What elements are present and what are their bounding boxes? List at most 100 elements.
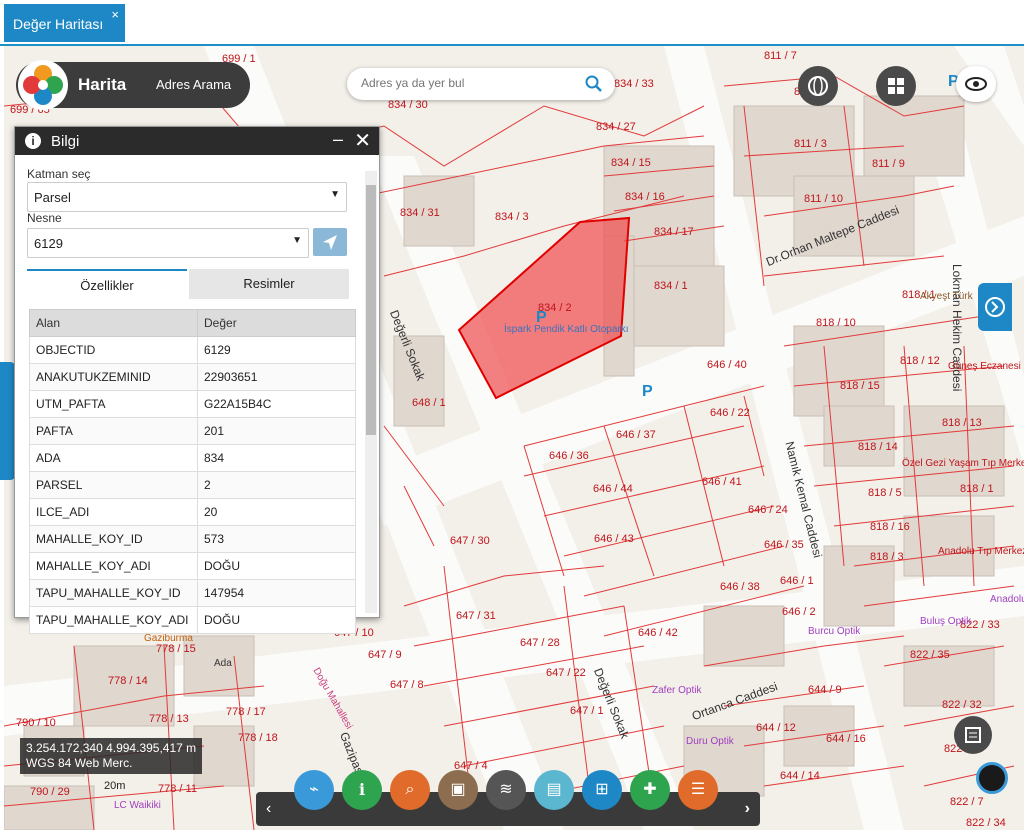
table-row[interactable]: ADA 834 (29, 444, 356, 472)
parcel-label: 818 / 3 (870, 551, 904, 563)
parcel-label: 818 / 15 (840, 380, 880, 392)
table-header-row: Alan Değer (29, 309, 356, 337)
table-row[interactable]: TAPU_MAHALLE_KOY_ID 147954 (29, 579, 356, 607)
parcel-label: 834 / 2 (538, 302, 572, 314)
parcel-label: 778 / 11 (158, 783, 197, 795)
field-value-cell: DOĞU (197, 606, 356, 634)
tab-resimler[interactable]: Resimler (189, 269, 349, 299)
basemap-button[interactable] (798, 66, 838, 106)
parcel-label: 834 / 31 (400, 207, 440, 219)
field-name-cell: TAPU_MAHALLE_KOY_ADI (29, 606, 198, 634)
parcel-label: 818 / 16 (870, 521, 910, 533)
field-name-cell: MAHALLE_KOY_ID (29, 525, 198, 553)
parcel-label: 818 / 12 (900, 355, 940, 367)
table-row[interactable]: UTM_PAFTA G22A15B4C (29, 390, 356, 418)
table-row[interactable]: MAHALLE_KOY_ADI DOĞU (29, 552, 356, 580)
tab-deger-haritasi[interactable]: Değer Haritası × (4, 4, 125, 42)
poi-label: İspark Pendik Katlı Otoparkı (504, 324, 629, 335)
tab-ozellikler[interactable]: Özellikler (27, 269, 187, 301)
chevron-right-icon[interactable]: › (745, 800, 750, 818)
poi-label: Özel Gezi Yaşam Tıp Merkezi (902, 458, 1024, 469)
close-button[interactable]: ✕ (354, 128, 371, 153)
table-row[interactable]: OBJECTID 6129 (29, 336, 356, 364)
parcel-label: 646 / 37 (616, 429, 656, 441)
right-panel-toggle[interactable] (978, 283, 1012, 331)
field-value-cell: 2 (197, 471, 356, 499)
parcel-label: 778 / 17 (226, 706, 266, 718)
search-box (347, 68, 615, 100)
table-row[interactable]: ANAKUTUKZEMINID 22903651 (29, 363, 356, 391)
poi-label: Güneş Eczanesi (948, 361, 1021, 372)
field-value-cell: 20 (197, 498, 356, 526)
eye-icon (965, 77, 987, 91)
table-row[interactable]: PAFTA 201 (29, 417, 356, 445)
field-name-cell: UTM_PAFTA (29, 390, 198, 418)
tab-close-icon[interactable]: × (111, 7, 119, 22)
table-row[interactable]: MAHALLE_KOY_ID 573 (29, 525, 356, 553)
map-doc-button[interactable]: ▤ (534, 770, 574, 810)
photo-button[interactable]: ▣ (438, 770, 478, 810)
logo-icon (23, 65, 63, 105)
parking-icon: P (642, 383, 653, 400)
field-name-cell: PARSEL (29, 471, 198, 499)
table-row[interactable]: PARSEL 2 (29, 471, 356, 499)
parcel-label: 647 / 31 (456, 610, 496, 622)
parcel-label: 644 / 9 (808, 684, 842, 696)
parcel-label: 818 / 5 (868, 487, 902, 499)
info-icon: i (25, 133, 41, 149)
globe-icon (808, 76, 828, 96)
field-value-cell: 201 (197, 417, 356, 445)
object-label: Nesne (27, 211, 62, 225)
panel-scrollbar[interactable] (365, 171, 377, 613)
field-name-cell: TAPU_MAHALLE_KOY_ID (29, 579, 198, 607)
poi-label: LC Waikiki (114, 800, 161, 811)
search-area-button[interactable]: ⌕ (390, 770, 430, 810)
coordinates-button[interactable]: ✚ (630, 770, 670, 810)
locate-button[interactable] (313, 228, 347, 256)
coordinate-readout: 3.254.172,340 4.994.395,417 m WGS 84 Web… (20, 738, 203, 774)
field-value-cell: 147954 (197, 579, 356, 607)
parcel-label: 822 / 32 (942, 699, 982, 711)
field-value-cell: DOĞU (197, 552, 356, 580)
parcel-label: 644 / 12 (756, 722, 796, 734)
layers-button[interactable]: ≋ (486, 770, 526, 810)
add-button[interactable]: ⊞ (582, 770, 622, 810)
info-button[interactable]: i (342, 770, 382, 810)
table-row[interactable]: ILCE_ADI 20 (29, 498, 356, 526)
crosshair-icon: ✚ (643, 781, 657, 798)
measure-tag-button[interactable]: ⌁ (294, 770, 334, 810)
legend-button[interactable] (954, 716, 992, 754)
minimize-button[interactable]: – (333, 129, 343, 150)
search-input[interactable] (359, 75, 583, 91)
grid-button[interactable] (876, 66, 916, 106)
parcel-label: 647 / 1 (570, 705, 604, 717)
location-button[interactable] (976, 762, 1008, 794)
object-select[interactable]: 6129 ▼ (27, 228, 309, 258)
layer-select[interactable]: Parsel ▼ (27, 182, 347, 212)
parcel-label: 811 / 7 (764, 50, 797, 62)
table-row[interactable]: TAPU_MAHALLE_KOY_ADI DOĞU (29, 606, 356, 634)
parcel-label: 646 / 24 (748, 504, 788, 516)
parcel-label: 811 / 9 (872, 158, 905, 170)
zoom-area-icon: ⌕ (405, 781, 415, 798)
field-name-cell: PAFTA (29, 417, 198, 445)
address-search-link[interactable]: Adres Arama (156, 77, 231, 92)
parcel-label: 646 / 44 (593, 483, 633, 495)
scrollbar-thumb[interactable] (366, 185, 376, 435)
parcel-label: 646 / 22 (710, 407, 750, 419)
search-icon[interactable] (585, 75, 603, 93)
parcel-label: 834 / 3 (495, 211, 529, 223)
parcel-label: 646 / 2 (782, 606, 816, 618)
list-button[interactable]: ☰ (678, 770, 718, 810)
table-body: OBJECTID 6129 ANAKUTUKZEMINID 22903651 UTM_P… (29, 336, 356, 634)
coordinate-text: 3.254.172,340 4.994.395,417 m (26, 741, 197, 755)
visibility-button[interactable] (956, 66, 996, 102)
grid-icon (888, 78, 904, 94)
parcel-label: 647 / 8 (390, 679, 424, 691)
poi-label: Buluş Optik (920, 616, 972, 627)
parcel-label: 822 / 34 (966, 817, 1006, 829)
column-header: Alan (29, 309, 198, 337)
chevron-left-icon[interactable]: ‹ (266, 800, 271, 818)
parcel-label: 778 / 13 (149, 713, 189, 725)
parcel-label: 646 / 43 (594, 533, 634, 545)
